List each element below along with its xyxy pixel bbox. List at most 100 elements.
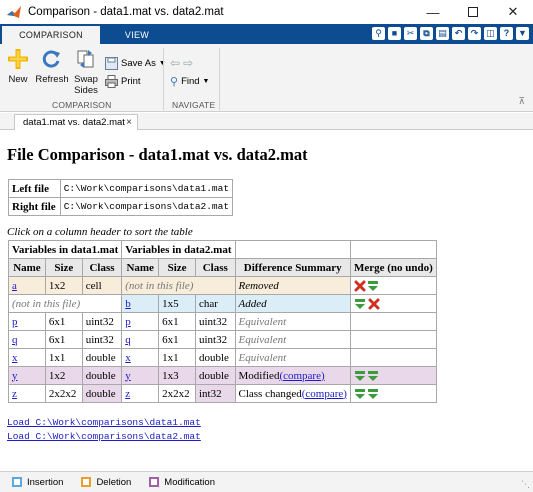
- column-header-name[interactable]: Name: [121, 258, 160, 277]
- find-button[interactable]: ⚲ Find ▼: [170, 75, 209, 88]
- legend-deletion: Deletion: [81, 477, 131, 488]
- new-button[interactable]: New: [4, 47, 32, 85]
- tab-comparison[interactable]: COMPARISON: [2, 26, 100, 44]
- variable-link[interactable]: z: [12, 388, 17, 400]
- delete-variable-icon[interactable]: [354, 280, 366, 292]
- variable-link[interactable]: x: [125, 352, 131, 364]
- variables-table: Variables in data1.mat Variables in data…: [7, 240, 437, 403]
- variable-name-link[interactable]: x: [121, 348, 160, 367]
- maximize-button[interactable]: [453, 0, 493, 24]
- print-button[interactable]: Print: [105, 75, 141, 88]
- document-tab[interactable]: data1.mat vs. data2.mat ×: [14, 114, 138, 130]
- empty-header: [349, 240, 437, 259]
- variable-link[interactable]: q: [125, 334, 131, 346]
- file-table: Left file C:\Work\comparisons\data1.mat …: [8, 179, 234, 216]
- legend-insertion: Insertion: [12, 477, 63, 488]
- merge-cell: [349, 276, 437, 295]
- copy-left-icon[interactable]: [354, 370, 365, 381]
- legend-label: Modification: [164, 476, 215, 488]
- column-header-class[interactable]: Class: [81, 258, 123, 277]
- previous-difference-icon[interactable]: ⇦: [170, 56, 180, 70]
- refresh-button[interactable]: Refresh: [34, 49, 70, 85]
- window-layout-icon[interactable]: ◫: [484, 27, 497, 40]
- copy-left-icon[interactable]: [354, 388, 365, 399]
- column-header-class[interactable]: Class: [195, 258, 236, 277]
- column-header-merge[interactable]: Merge (no undo): [349, 258, 437, 277]
- column-header-size[interactable]: Size: [158, 258, 196, 277]
- variable-name-link[interactable]: p: [8, 312, 46, 331]
- save-icon[interactable]: ■: [388, 27, 401, 40]
- close-button[interactable]: ✕: [493, 0, 533, 24]
- delete-variable-icon[interactable]: [368, 298, 380, 310]
- table-row: (not in this file) b 1x5 char Added: [7, 294, 437, 313]
- paste-icon[interactable]: ▤: [436, 27, 449, 40]
- copy-right-icon[interactable]: [367, 388, 378, 399]
- save-as-button[interactable]: Save As ▼: [105, 57, 166, 70]
- variable-link[interactable]: y: [125, 370, 131, 382]
- copy-right-icon[interactable]: [367, 370, 378, 381]
- variable-link[interactable]: x: [12, 352, 18, 364]
- difference-summary: Added: [234, 294, 351, 313]
- redo-icon[interactable]: ↷: [468, 27, 481, 40]
- column-header-name[interactable]: Name: [8, 258, 46, 277]
- not-in-file-cell: (not in this file): [7, 294, 123, 313]
- variable-name-link[interactable]: y: [121, 366, 160, 385]
- compare-link[interactable]: (compare): [279, 370, 324, 382]
- column-header-difference-summary[interactable]: Difference Summary: [234, 258, 351, 277]
- copy-icon[interactable]: ⧉: [420, 27, 433, 40]
- variable-link[interactable]: y: [12, 370, 18, 382]
- minimize-icon: —: [426, 4, 440, 20]
- variable-class: uint32: [81, 312, 123, 331]
- variable-size: 6x1: [158, 330, 196, 349]
- merge-cell: [349, 312, 437, 331]
- minimize-button[interactable]: —: [413, 0, 453, 24]
- variable-name-link[interactable]: x: [8, 348, 46, 367]
- help-icon[interactable]: ?: [500, 27, 513, 40]
- variable-link[interactable]: b: [125, 298, 131, 310]
- group-header-row: Variables in data1.mat Variables in data…: [7, 240, 437, 259]
- tab-view[interactable]: VIEW: [100, 26, 174, 44]
- swap-sides-button[interactable]: Swap Sides: [72, 49, 100, 96]
- variable-name-link[interactable]: b: [121, 294, 160, 313]
- insertion-swatch: [12, 477, 22, 487]
- merge-cell: [349, 330, 437, 349]
- close-tab-icon[interactable]: ×: [126, 115, 132, 130]
- variable-link[interactable]: p: [12, 316, 18, 328]
- variable-class: double: [195, 366, 236, 385]
- search-icon[interactable]: ⚲: [372, 27, 385, 40]
- left-file-label: Left file: [8, 179, 61, 198]
- copy-right-icon[interactable]: [367, 280, 378, 291]
- variable-name-link[interactable]: z: [8, 384, 46, 403]
- undo-icon[interactable]: ↶: [452, 27, 465, 40]
- refresh-label: Refresh: [35, 74, 69, 85]
- save-icon: [105, 57, 118, 70]
- next-difference-icon[interactable]: ⇨: [183, 56, 193, 70]
- variable-link[interactable]: p: [125, 316, 131, 328]
- expand-icon[interactable]: ▼: [516, 27, 529, 40]
- variable-name-link[interactable]: z: [121, 384, 160, 403]
- variable-link[interactable]: q: [12, 334, 18, 346]
- deletion-swatch: [81, 477, 92, 487]
- variable-name-link[interactable]: q: [121, 330, 160, 349]
- variable-name-link[interactable]: q: [8, 330, 46, 349]
- load-data1-link[interactable]: Load C:\Work\comparisons\data1.mat: [7, 416, 201, 430]
- variable-class: char: [195, 294, 236, 313]
- compare-link[interactable]: (compare): [302, 388, 347, 400]
- variable-name-link[interactable]: y: [8, 366, 46, 385]
- report-title: File Comparison - data1.mat vs. data2.ma…: [7, 145, 308, 164]
- cut-icon[interactable]: ✂: [404, 27, 417, 40]
- load-data2-link[interactable]: Load C:\Work\comparisons\data2.mat: [7, 430, 201, 444]
- left-file-path: C:\Work\comparisons\data1.mat: [59, 179, 234, 198]
- copy-left-icon[interactable]: [354, 298, 365, 309]
- variable-link[interactable]: z: [125, 388, 130, 400]
- print-icon: [105, 75, 118, 88]
- variable-name-link[interactable]: a: [8, 276, 46, 295]
- variable-size: 6x1: [44, 330, 83, 349]
- resize-grip-icon[interactable]: ⋱: [521, 479, 530, 490]
- variable-link[interactable]: a: [12, 280, 17, 292]
- variable-name-link[interactable]: p: [121, 312, 160, 331]
- variable-size: 1x1: [158, 348, 196, 367]
- variable-class: uint32: [81, 330, 123, 349]
- column-header-size[interactable]: Size: [44, 258, 83, 277]
- collapse-toolstrip-icon[interactable]: ⊼: [518, 96, 525, 107]
